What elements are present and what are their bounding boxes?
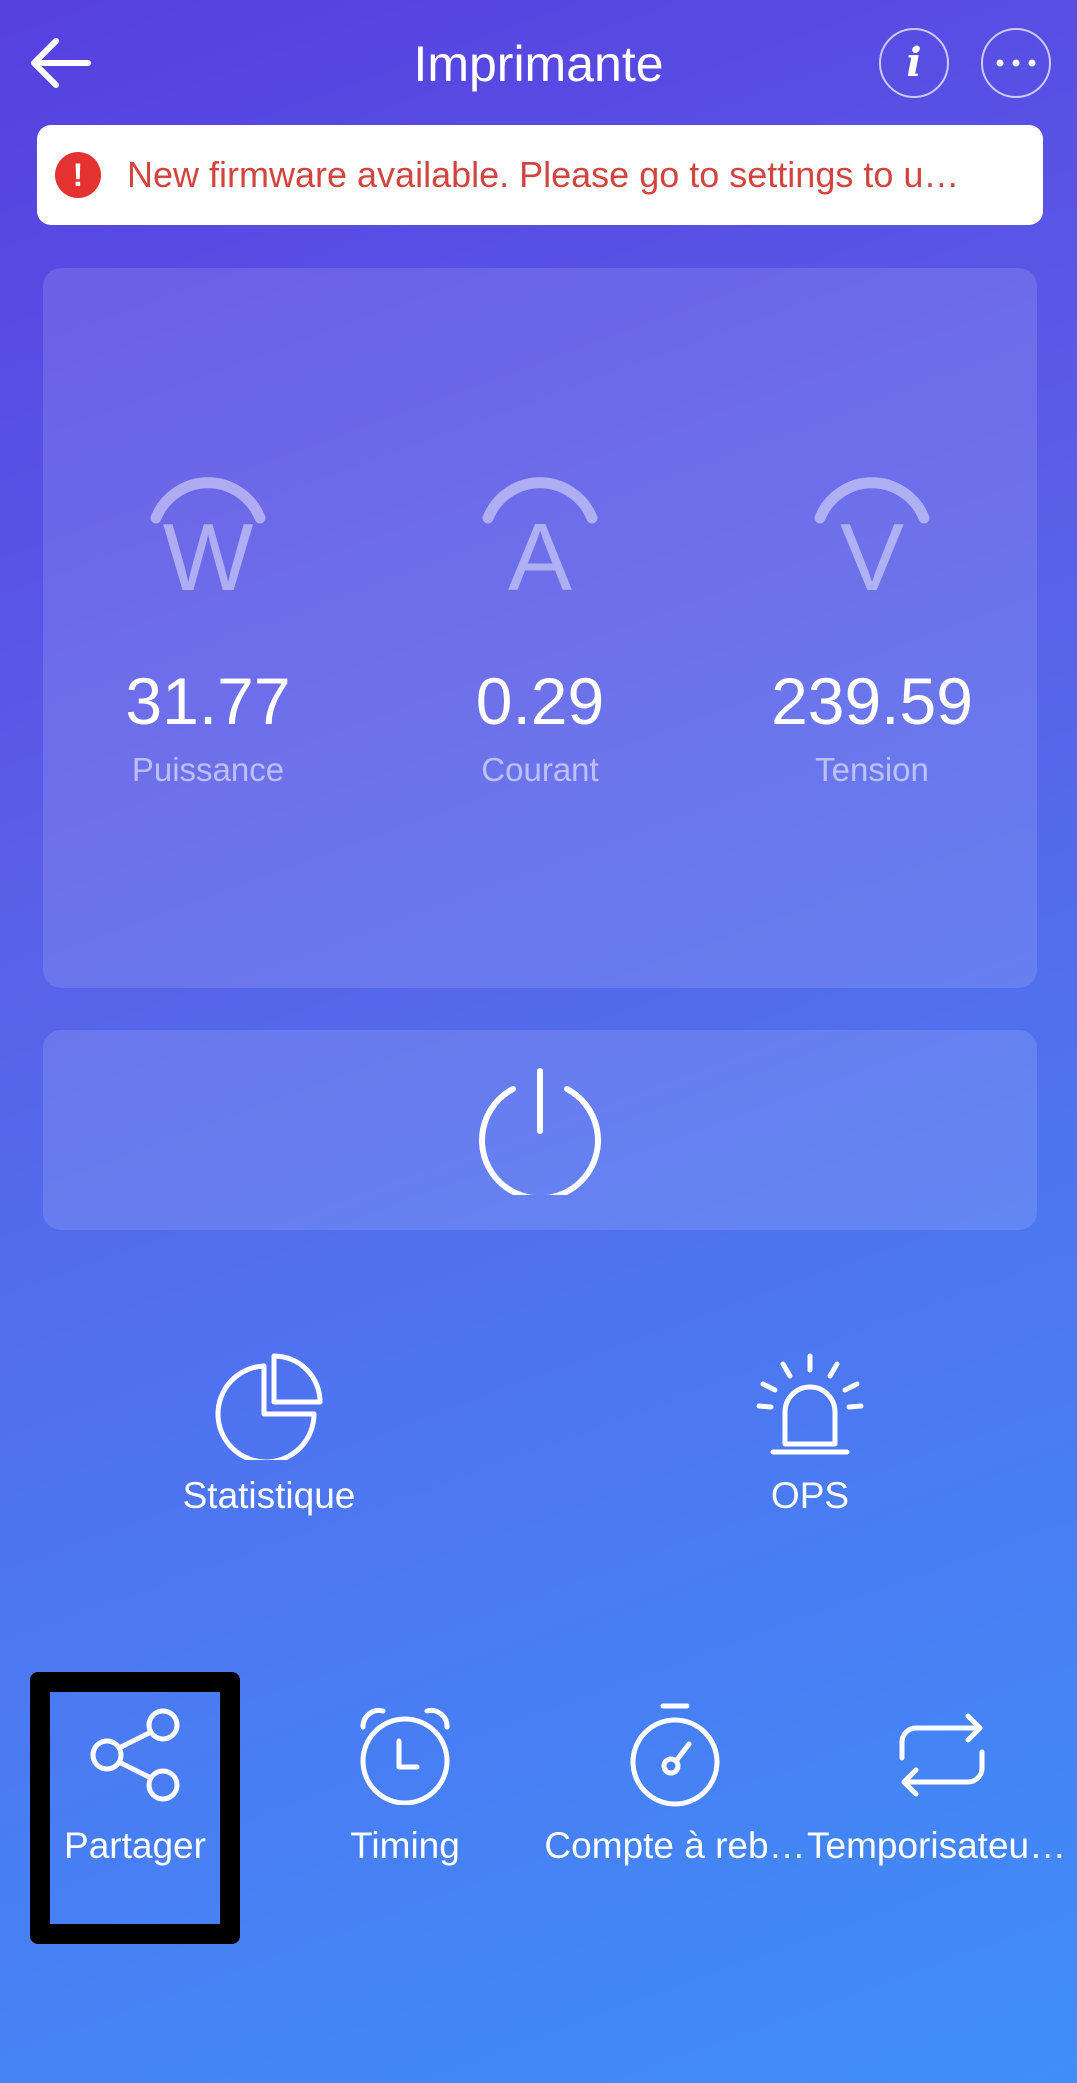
ops-label: OPS [770,1475,850,1516]
firmware-banner-text: New firmware available. Please go to set… [127,154,960,195]
stopwatch-icon [630,1703,720,1807]
power-label: Puissance [131,751,285,788]
statistics-button[interactable]: Statistique [119,1350,419,1518]
pie-chart-icon [215,1353,323,1460]
current-value: 0.29 [475,664,605,738]
siren-icon [756,1353,864,1455]
highlight-box [30,1672,240,1944]
timing-button[interactable]: Timing [270,1700,540,1868]
voltage-metric: V 239.59 Tension [707,268,1037,988]
power-icon[interactable] [475,1065,605,1195]
current-label: Courant [481,751,599,788]
info-button[interactable]: i [879,28,949,98]
cycle-timer-button[interactable]: Temporisateur… [807,1700,1077,1868]
alert-icon: ! [55,152,101,198]
countdown-button[interactable]: Compte à reb… [540,1700,810,1868]
svg-text:V: V [840,504,904,598]
statistics-label: Statistique [182,1475,356,1516]
ops-button[interactable]: OPS [660,1350,960,1518]
svg-text:A: A [508,504,572,598]
volt-icon: V [814,477,930,598]
firmware-banner[interactable]: ! New firmware available. Please go to s… [37,125,1043,225]
voltage-value: 239.59 [771,664,973,738]
current-metric: A 0.29 Courant [375,268,705,988]
watt-icon: W [150,477,266,598]
alarm-clock-icon [360,1708,450,1805]
cycle-timer-label: Temporisateur… [807,1825,1077,1866]
info-icon: i [906,39,922,86]
power-value: 31.77 [125,664,291,738]
power-metric: W 31.77 Puissance [43,268,373,988]
repeat-icon [899,1713,985,1797]
timing-label: Timing [350,1825,460,1866]
countdown-label: Compte à reb… [544,1825,806,1866]
svg-text:W: W [163,504,254,598]
ampere-icon: A [482,477,598,598]
metrics-panel: W 31.77 Puissance A 0.29 Courant V 239.5… [43,268,1037,988]
power-toggle-panel[interactable] [43,1030,1037,1230]
more-dots-icon [996,59,1036,67]
more-options-button[interactable] [981,28,1051,98]
voltage-label: Tension [815,751,929,788]
